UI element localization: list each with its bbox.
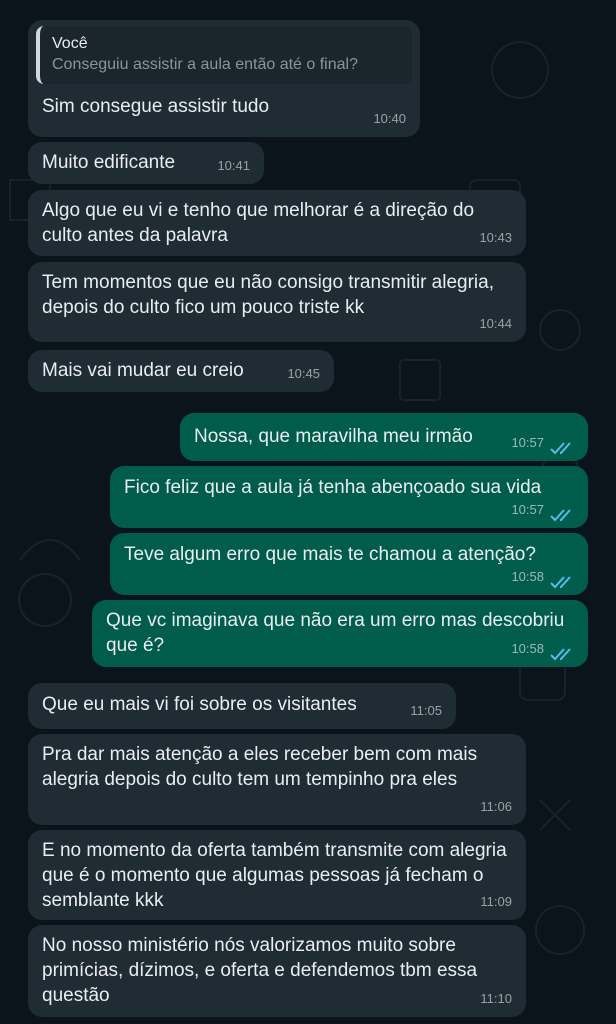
message-text: Fico feliz que a aula já tenha abençoado…	[124, 477, 542, 498]
message-bubble-outgoing[interactable]: Fico feliz que a aula já tenha abençoado…	[110, 466, 588, 528]
message-text: Que eu mais vi foi sobre os visitantes	[42, 694, 357, 715]
message-time: 10:58	[511, 641, 544, 656]
message-bubble-incoming[interactable]: E no momento da oferta também transmite …	[28, 830, 526, 920]
message-time: 11:10	[480, 991, 512, 1006]
message-bubble-incoming[interactable]: Você Conseguiu assistir a aula então até…	[28, 20, 420, 137]
message-text: Pra dar mais atenção a eles receber bem …	[42, 744, 478, 790]
message-time: 10:43	[479, 230, 512, 245]
message-time: 11:09	[480, 894, 512, 909]
message-time: 10:57	[511, 502, 544, 517]
quoted-reply[interactable]: Você Conseguiu assistir a aula então até…	[36, 26, 412, 84]
message-time: 10:41	[217, 158, 250, 173]
message-time: 11:05	[410, 703, 442, 718]
message-time: 10:45	[287, 366, 320, 381]
message-time: 10:40	[373, 111, 406, 126]
message-text: Nossa, que maravilha meu irmão	[194, 426, 473, 447]
message-text: Sim consegue assistir tudo	[42, 96, 270, 117]
message-time: 10:58	[511, 569, 544, 584]
message-bubble-outgoing[interactable]: Que vc imaginava que não era um erro mas…	[92, 600, 588, 667]
message-text: E no momento da oferta também transmite …	[42, 840, 507, 911]
message-bubble-outgoing[interactable]: Nossa, que maravilha meu irmão 10:57	[180, 413, 588, 461]
message-text: Tem momentos que eu não consigo transmit…	[42, 272, 495, 318]
message-bubble-incoming[interactable]: Pra dar mais atenção a eles receber bem …	[28, 734, 526, 825]
message-text: Algo que eu vi e tenho que melhorar é a …	[42, 200, 475, 246]
message-bubble-incoming[interactable]: Muito edificante 10:41	[28, 142, 264, 184]
chat-message-list[interactable]: Você Conseguiu assistir a aula então até…	[0, 0, 616, 1024]
message-bubble-incoming[interactable]: Tem momentos que eu não consigo transmit…	[28, 262, 526, 342]
read-ticks-icon	[550, 442, 571, 455]
read-ticks-icon	[550, 509, 571, 522]
quoted-author: Você	[52, 35, 88, 52]
quoted-text: Conseguiu assistir a aula então até o fi…	[52, 56, 358, 73]
message-bubble-incoming[interactable]: Algo que eu vi e tenho que melhorar é a …	[28, 190, 526, 256]
message-text: Mais vai mudar eu creio	[42, 360, 244, 381]
message-bubble-incoming[interactable]: Mais vai mudar eu creio 10:45	[28, 350, 334, 392]
read-ticks-icon	[550, 648, 571, 661]
message-text: No nosso ministério nós valorizamos muit…	[42, 935, 478, 1006]
message-text: Que vc imaginava que não era um erro mas…	[106, 610, 565, 656]
message-time: 10:44	[479, 316, 512, 331]
message-time: 11:06	[480, 799, 512, 814]
message-bubble-incoming[interactable]: No nosso ministério nós valorizamos muit…	[28, 925, 526, 1017]
read-ticks-icon	[550, 576, 571, 589]
message-bubble-outgoing[interactable]: Teve algum erro que mais te chamou a ate…	[110, 533, 588, 595]
message-text: Teve algum erro que mais te chamou a ate…	[124, 544, 536, 565]
message-time: 10:57	[511, 435, 544, 450]
message-bubble-incoming[interactable]: Que eu mais vi foi sobre os visitantes 1…	[28, 683, 456, 729]
message-text: Muito edificante	[42, 152, 176, 173]
